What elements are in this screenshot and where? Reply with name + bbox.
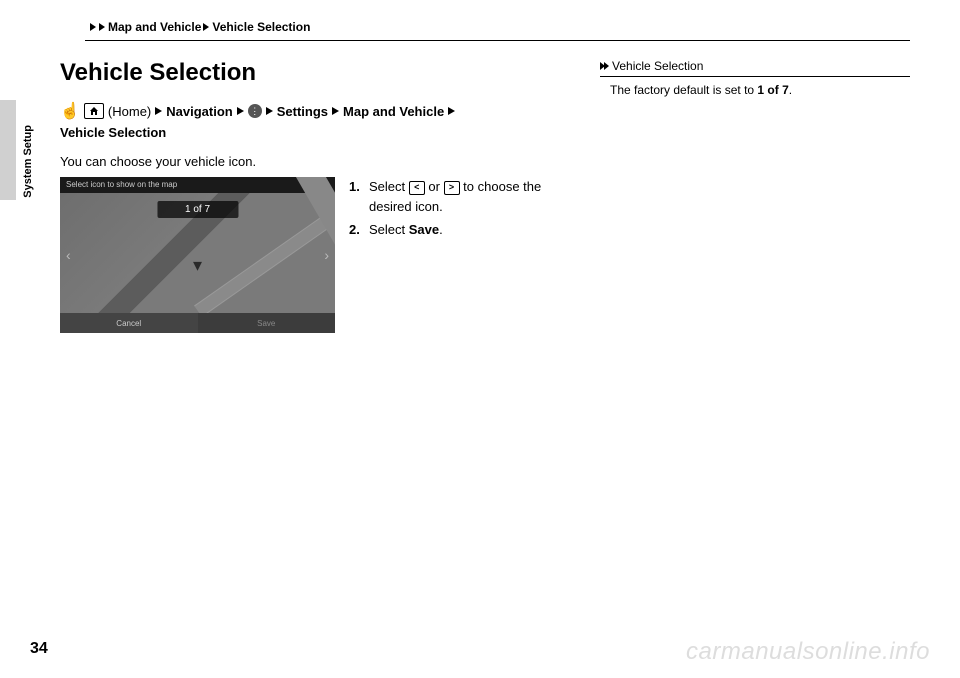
step-text: or bbox=[428, 179, 443, 194]
chevron-right-icon bbox=[90, 23, 96, 31]
double-chevron-icon bbox=[600, 62, 608, 70]
breadcrumb: Map and Vehicle Vehicle Selection bbox=[90, 20, 910, 34]
screenshot-preview: Select icon to show on the map 1 of 7 ‹ … bbox=[60, 177, 335, 333]
chevron-right-icon bbox=[448, 107, 455, 115]
breadcrumb-level-1: Map and Vehicle bbox=[108, 20, 201, 34]
step-text: . bbox=[439, 222, 443, 237]
page-title: Vehicle Selection bbox=[60, 59, 560, 87]
chevron-right-icon bbox=[155, 107, 162, 115]
screenshot-topbar: Select icon to show on the map bbox=[60, 177, 335, 193]
save-button: Save bbox=[198, 313, 336, 333]
next-icon: › bbox=[324, 247, 329, 263]
sidebar-text: . bbox=[789, 83, 792, 97]
step-text: Select bbox=[369, 222, 409, 237]
step-text-bold: Save bbox=[409, 222, 439, 237]
side-tab-label: System Setup bbox=[22, 125, 34, 198]
page-number: 34 bbox=[30, 640, 48, 658]
watermark: carmanualsonline.info bbox=[686, 638, 930, 666]
path-map-vehicle: Map and Vehicle bbox=[343, 104, 444, 119]
screenshot-counter: 1 of 7 bbox=[157, 201, 238, 218]
sidebar-header: Vehicle Selection bbox=[600, 59, 910, 77]
chevron-right-icon bbox=[332, 107, 339, 115]
step-number: 1. bbox=[349, 177, 365, 216]
path-home-label: (Home) bbox=[108, 104, 151, 119]
breadcrumb-level-2: Vehicle Selection bbox=[212, 20, 310, 34]
vehicle-pointer-icon: ▾ bbox=[193, 255, 202, 276]
cancel-button: Cancel bbox=[60, 313, 198, 333]
sidebar-title: Vehicle Selection bbox=[612, 59, 703, 73]
path-vehicle-selection: Vehicle Selection bbox=[60, 125, 166, 140]
chevron-right-icon bbox=[203, 23, 209, 31]
prev-icon: ‹ bbox=[66, 247, 71, 263]
navigation-path: ☝ (Home) Navigation ⋮ Settings Map and V… bbox=[60, 101, 560, 140]
chevron-right-icon bbox=[266, 107, 273, 115]
left-key-icon: < bbox=[409, 181, 425, 195]
instructions: 1. Select < or > to choose the desired i… bbox=[349, 177, 560, 244]
menu-dots-icon: ⋮ bbox=[248, 104, 262, 118]
sidebar-body: The factory default is set to 1 of 7. bbox=[600, 83, 910, 97]
right-key-icon: > bbox=[444, 181, 460, 195]
chevron-right-icon bbox=[237, 107, 244, 115]
sidebar-text-bold: 1 of 7 bbox=[757, 83, 788, 97]
finger-icon: ☝ bbox=[60, 101, 80, 121]
path-settings: Settings bbox=[277, 104, 328, 119]
header-divider bbox=[85, 40, 910, 41]
home-icon bbox=[84, 103, 104, 119]
step-text: Select bbox=[369, 179, 409, 194]
chevron-right-icon bbox=[99, 23, 105, 31]
sidebar-text: The factory default is set to bbox=[610, 83, 757, 97]
path-navigation: Navigation bbox=[166, 104, 232, 119]
side-tab-highlight bbox=[0, 100, 16, 200]
description-text: You can choose your vehicle icon. bbox=[60, 154, 560, 169]
step-number: 2. bbox=[349, 220, 365, 240]
